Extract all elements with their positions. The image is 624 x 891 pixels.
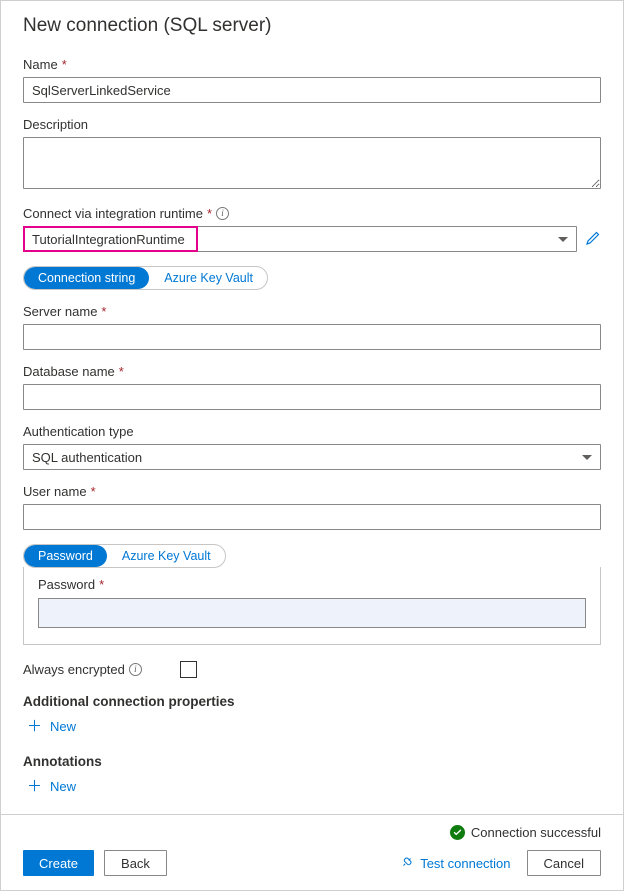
connection-tabs: Connection string Azure Key Vault bbox=[23, 266, 268, 290]
field-auth-type: Authentication type SQL authentication bbox=[23, 424, 601, 470]
user-name-input[interactable] bbox=[23, 504, 601, 530]
success-icon bbox=[450, 825, 465, 840]
required-asterisk: * bbox=[62, 57, 67, 72]
description-textarea[interactable] bbox=[23, 137, 601, 189]
pencil-icon[interactable] bbox=[585, 230, 601, 249]
tab-azure-key-vault-1[interactable]: Azure Key Vault bbox=[149, 267, 267, 289]
description-label-text: Description bbox=[23, 117, 88, 132]
name-input[interactable] bbox=[23, 77, 601, 103]
new-connection-panel: New connection (SQL server) Name * Descr… bbox=[0, 0, 624, 891]
auth-type-select[interactable]: SQL authentication bbox=[23, 444, 601, 470]
runtime-label: Connect via integration runtime * i bbox=[23, 206, 601, 221]
user-name-label-text: User name bbox=[23, 484, 87, 499]
required-asterisk: * bbox=[119, 364, 124, 379]
name-label-text: Name bbox=[23, 57, 58, 72]
user-name-label: User name * bbox=[23, 484, 601, 499]
database-name-label: Database name * bbox=[23, 364, 601, 379]
password-label: Password * bbox=[38, 577, 586, 592]
new-link-text: New bbox=[50, 719, 76, 734]
password-tabs: Password Azure Key Vault bbox=[23, 544, 226, 568]
plus-icon: ＋ bbox=[27, 719, 42, 734]
add-property-button[interactable]: ＋ New bbox=[23, 717, 80, 736]
required-asterisk: * bbox=[207, 206, 212, 221]
always-encrypted-label: Always encrypted i bbox=[23, 662, 142, 677]
field-database-name: Database name * bbox=[23, 364, 601, 410]
test-connection-button[interactable]: Test connection bbox=[390, 850, 520, 876]
new-link-text: New bbox=[50, 779, 76, 794]
tab-connection-string[interactable]: Connection string bbox=[24, 267, 149, 289]
footer: Connection successful Create Back Test c… bbox=[1, 814, 623, 890]
add-annotation-button[interactable]: ＋ New bbox=[23, 777, 80, 796]
required-asterisk: * bbox=[99, 577, 104, 592]
runtime-select[interactable] bbox=[23, 226, 577, 252]
panel-title: New connection (SQL server) bbox=[1, 1, 623, 47]
tab-password[interactable]: Password bbox=[24, 545, 107, 567]
runtime-select-wrap bbox=[23, 226, 577, 252]
auth-type-label: Authentication type bbox=[23, 424, 601, 439]
field-description: Description bbox=[23, 117, 601, 192]
password-input[interactable] bbox=[38, 598, 586, 628]
description-label: Description bbox=[23, 117, 601, 132]
required-asterisk: * bbox=[101, 304, 106, 319]
auth-type-label-text: Authentication type bbox=[23, 424, 134, 439]
form-body: Name * Description Connect via integrati… bbox=[1, 47, 623, 814]
plug-icon bbox=[400, 855, 414, 872]
plus-icon: ＋ bbox=[27, 779, 42, 794]
database-name-input[interactable] bbox=[23, 384, 601, 410]
section-annotations: Annotations bbox=[23, 754, 601, 769]
test-connection-text: Test connection bbox=[420, 856, 510, 871]
create-button[interactable]: Create bbox=[23, 850, 94, 876]
field-name: Name * bbox=[23, 57, 601, 103]
server-name-input[interactable] bbox=[23, 324, 601, 350]
runtime-label-text: Connect via integration runtime bbox=[23, 206, 203, 221]
database-name-label-text: Database name bbox=[23, 364, 115, 379]
field-user-name: User name * bbox=[23, 484, 601, 530]
always-encrypted-checkbox[interactable] bbox=[180, 661, 197, 678]
field-server-name: Server name * bbox=[23, 304, 601, 350]
required-asterisk: * bbox=[91, 484, 96, 499]
password-panel: Password * bbox=[23, 567, 601, 645]
section-additional-props: Additional connection properties bbox=[23, 694, 601, 709]
info-icon[interactable]: i bbox=[129, 663, 142, 676]
status-text: Connection successful bbox=[471, 825, 601, 840]
always-encrypted-text: Always encrypted bbox=[23, 662, 125, 677]
tab-azure-key-vault-2[interactable]: Azure Key Vault bbox=[107, 545, 225, 567]
server-name-label: Server name * bbox=[23, 304, 601, 319]
button-row: Create Back Test connection Cancel bbox=[23, 850, 601, 876]
info-icon[interactable]: i bbox=[216, 207, 229, 220]
name-label: Name * bbox=[23, 57, 601, 72]
connection-status: Connection successful bbox=[23, 825, 601, 840]
server-name-label-text: Server name bbox=[23, 304, 97, 319]
row-always-encrypted: Always encrypted i bbox=[23, 661, 601, 678]
cancel-button[interactable]: Cancel bbox=[527, 850, 601, 876]
password-label-text: Password bbox=[38, 577, 95, 592]
field-runtime: Connect via integration runtime * i bbox=[23, 206, 601, 252]
back-button[interactable]: Back bbox=[104, 850, 167, 876]
